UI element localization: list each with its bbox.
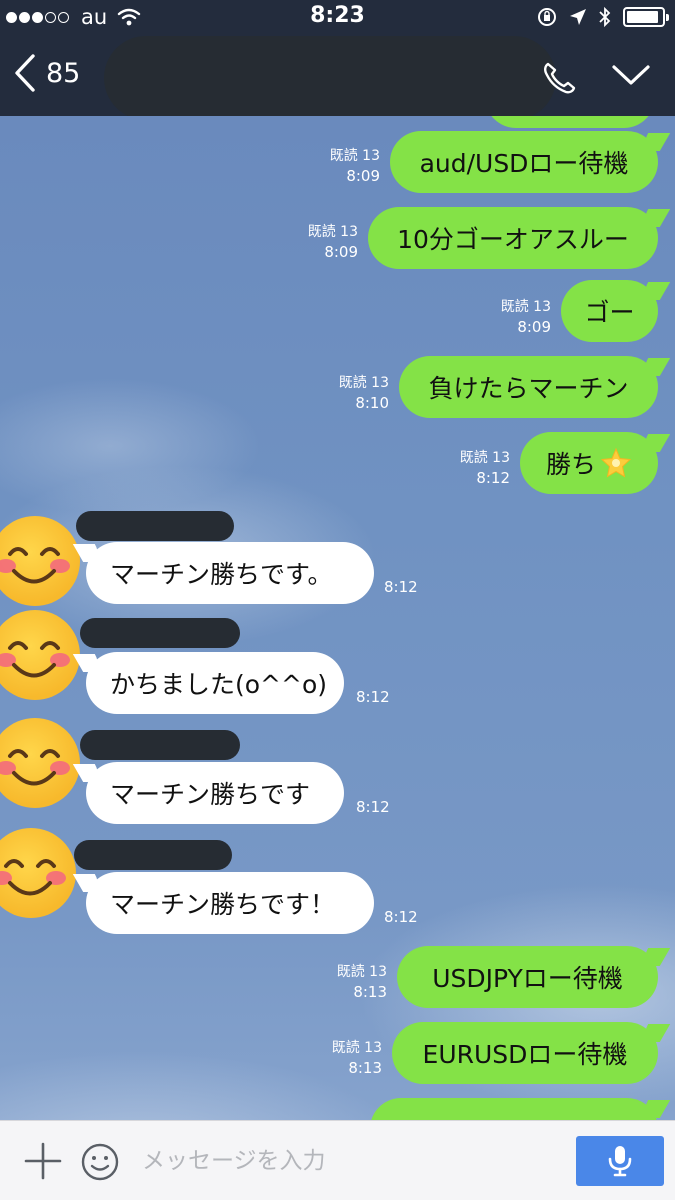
sender-name-redaction xyxy=(80,730,240,760)
star-emoji-icon xyxy=(600,447,632,478)
avatar[interactable] xyxy=(0,718,80,808)
message-time: 8:13 xyxy=(353,983,387,1001)
message-meta: 既読 13 8:10 xyxy=(309,373,389,413)
bluetooth-icon xyxy=(599,6,611,28)
message-time: 8:09 xyxy=(324,243,358,261)
avatar[interactable] xyxy=(0,610,80,700)
read-receipt: 既読 13 xyxy=(331,1040,382,1056)
sender-name-redaction xyxy=(80,618,240,648)
message-bubble[interactable]: ゴー xyxy=(561,280,658,342)
battery-icon xyxy=(623,7,669,27)
message-text: マーチン勝ちです！ xyxy=(110,890,336,919)
message-bubble[interactable]: かちました(o^^o) xyxy=(86,652,344,714)
message-bubble-partial xyxy=(485,116,655,128)
status-right xyxy=(525,6,669,28)
microphone-button[interactable] xyxy=(576,1136,664,1186)
chat-title-redaction xyxy=(104,36,556,120)
read-receipt: 既読 13 xyxy=(459,450,510,466)
message-text: 負けたらマーチン xyxy=(428,374,629,403)
microphone-icon xyxy=(608,1146,632,1177)
back-button[interactable]: 85 xyxy=(14,54,80,92)
avatar[interactable] xyxy=(0,516,80,606)
message-bubble[interactable]: マーチン勝ちです！ xyxy=(86,872,374,934)
chevron-down-icon[interactable] xyxy=(612,64,650,86)
smiling-face-avatar-icon xyxy=(0,547,70,584)
read-receipt: 既読 13 xyxy=(329,148,380,164)
battery-level xyxy=(627,11,658,23)
message-time: 8:12 xyxy=(356,688,390,706)
chat-area[interactable]: 既読 13 8:09 aud/USDロー待機 既読 13 8:09 10分ゴーオ… xyxy=(0,116,675,1120)
message-time: 8:10 xyxy=(355,394,389,412)
message-text: ゴー xyxy=(584,298,635,327)
message-meta: 既読 13 8:09 xyxy=(471,297,551,337)
message-bubble[interactable]: EURUSDロー待機 xyxy=(392,1022,658,1084)
message-bubble[interactable]: aud/USDロー待機 xyxy=(390,131,658,193)
message-time: 8:09 xyxy=(517,318,551,336)
message-text: マーチン勝ちです。 xyxy=(110,560,333,589)
message-bubble[interactable]: マーチン勝ちです xyxy=(86,762,344,824)
message-time: 8:12 xyxy=(384,578,418,596)
message-meta: 既読 13 8:09 xyxy=(278,222,358,262)
read-receipt: 既読 13 xyxy=(338,375,389,391)
sender-name-redaction xyxy=(76,511,234,541)
message-time: 8:12 xyxy=(384,908,418,926)
message-text: マーチン勝ちです xyxy=(110,780,311,809)
message-time: 8:12 xyxy=(476,469,510,487)
message-input[interactable] xyxy=(140,1139,554,1183)
message-bubble[interactable]: USDJPYロー待機 xyxy=(397,946,658,1008)
sender-name-redaction xyxy=(74,840,232,870)
message-time: 8:12 xyxy=(356,798,390,816)
message-meta: 既読 13 8:13 xyxy=(307,962,387,1002)
phone-icon[interactable] xyxy=(540,60,576,96)
message-bubble-partial xyxy=(370,1098,658,1120)
message-meta: 既読 13 8:12 xyxy=(430,448,510,488)
chevron-left-icon xyxy=(15,54,35,92)
smiley-icon[interactable] xyxy=(80,1142,120,1182)
message-text: aud/USDロー待機 xyxy=(419,149,629,178)
unread-count: 85 xyxy=(46,57,81,89)
message-input-bar xyxy=(0,1120,675,1200)
read-receipt: 既読 13 xyxy=(500,299,551,315)
message-bubble[interactable]: 10分ゴーオアスルー xyxy=(368,207,658,269)
message-text: 勝ち xyxy=(545,450,596,479)
smiling-face-avatar-icon xyxy=(0,859,66,896)
message-meta: 既読 13 8:13 xyxy=(302,1038,382,1078)
rotation-lock-icon xyxy=(538,8,556,26)
message-time: 8:09 xyxy=(346,167,380,185)
location-icon xyxy=(570,9,586,25)
chat-header: 85 xyxy=(0,36,675,120)
smiling-face-avatar-icon xyxy=(0,749,70,786)
status-bar: au 8:23 xyxy=(0,0,675,36)
message-text: USDJPYロー待機 xyxy=(432,964,623,993)
read-receipt: 既読 13 xyxy=(307,224,358,240)
avatar[interactable] xyxy=(0,828,76,918)
message-bubble[interactable]: マーチン勝ちです。 xyxy=(86,542,374,604)
message-text: かちました(o^^o) xyxy=(110,670,327,699)
message-text: 10分ゴーオアスルー xyxy=(397,225,629,254)
message-bubble[interactable]: 勝ち xyxy=(520,432,658,494)
message-text: EURUSDロー待機 xyxy=(422,1040,628,1069)
read-receipt: 既読 13 xyxy=(336,964,387,980)
message-bubble[interactable]: 負けたらマーチン xyxy=(399,356,658,418)
message-meta: 既読 13 8:09 xyxy=(300,146,380,186)
message-time: 8:13 xyxy=(348,1059,382,1077)
plus-icon[interactable] xyxy=(24,1142,62,1180)
smiling-face-avatar-icon xyxy=(0,641,70,678)
